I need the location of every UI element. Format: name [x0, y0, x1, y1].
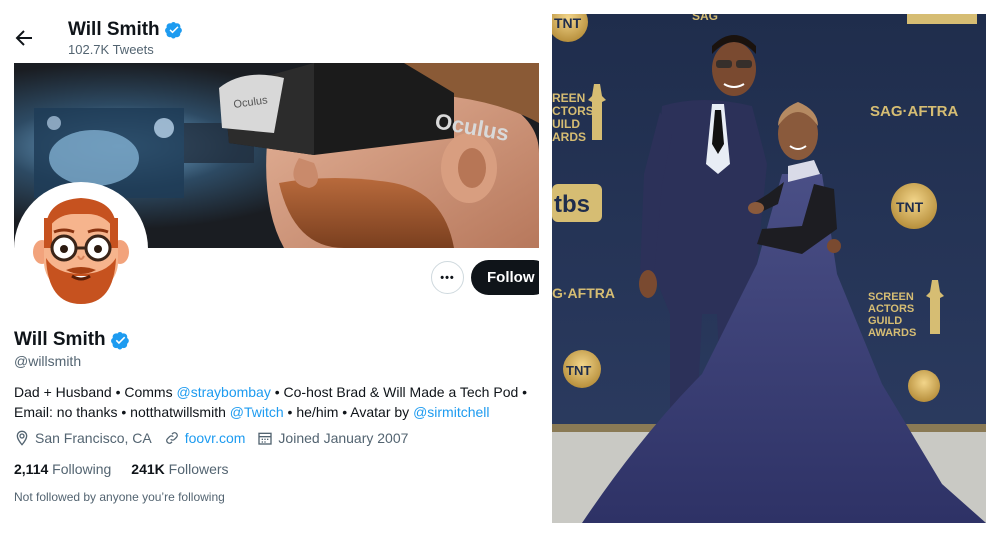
followers-stat[interactable]: 241K Followers	[131, 461, 228, 477]
website-link[interactable]: foovr.com	[185, 430, 246, 446]
backdrop-sag-awards-left-4: ARDS	[552, 130, 586, 144]
backdrop-tbs-logo: tbs	[554, 191, 590, 218]
bio-text: • he/him • Avatar by	[283, 404, 414, 420]
backdrop-sag-aftra-right: SAG·AFTRA	[870, 103, 958, 120]
header-name: Will Smith	[68, 18, 183, 42]
location-text: San Francisco, CA	[35, 430, 152, 446]
bio-line-1: Dad + Husband • Comms @straybombay • Co-…	[14, 382, 539, 402]
bio-text: Dad + Husband • Comms	[14, 384, 177, 400]
following-count: 2,114	[14, 461, 49, 477]
bio-text: • Co-host Brad & Will Made a Tech Pod •	[270, 384, 528, 400]
backdrop-tnt-logo-bottom: TNT	[566, 363, 591, 378]
tweet-count: 102.7K Tweets	[68, 42, 154, 57]
following-stat[interactable]: 2,114 Following	[14, 461, 111, 477]
followers-label: Followers	[168, 461, 229, 477]
profile-bio: Dad + Husband • Comms @straybombay • Co-…	[14, 382, 539, 422]
header-name-text: Will Smith	[68, 19, 160, 40]
backdrop-sag-awards-left-3: UILD	[552, 117, 580, 131]
profile-panel: Will Smith 102.7K Tweets Oculus Oculus •…	[0, 0, 552, 537]
back-arrow-icon[interactable]	[12, 26, 36, 50]
user-handle: @willsmith	[14, 353, 82, 369]
location-pin-icon	[16, 430, 28, 446]
display-name-text: Will Smith	[14, 329, 106, 350]
follow-stats: 2,114 Following 241K Followers	[14, 461, 249, 477]
backdrop-sag-text: SAG	[692, 14, 718, 23]
panel-edge	[539, 255, 552, 305]
profile-header-bar: Will Smith 102.7K Tweets	[0, 14, 548, 58]
bio-text: Email: no thanks • notthatwillsmith	[14, 404, 230, 420]
more-options-button[interactable]: •••	[431, 261, 464, 294]
red-carpet-photo: TNT SAG REEN CTORS UILD ARDS tbs G·AFTRA…	[552, 14, 986, 523]
more-dots-icon: •••	[440, 271, 455, 284]
mention-link-twitch[interactable]: @Twitch	[230, 404, 284, 420]
backdrop-tnt-logo-right: TNT	[896, 199, 924, 215]
backdrop-tnt-logo: TNT	[554, 15, 582, 31]
backdrop-sag-awards-left-1: REEN	[552, 91, 585, 105]
joined-text: Joined January 2007	[278, 430, 409, 446]
following-label: Following	[52, 461, 112, 477]
verified-badge-icon	[164, 21, 182, 39]
display-name: Will Smith	[14, 329, 130, 351]
bio-line-2: Email: no thanks • notthatwillsmith @Twi…	[14, 402, 539, 422]
backdrop-sag-awards-right-1: SCREEN	[868, 291, 914, 303]
location-item: San Francisco, CA	[14, 430, 152, 446]
followed-by-note: Not followed by anyone you’re following	[14, 490, 225, 504]
profile-avatar[interactable]	[14, 182, 148, 316]
mention-link-sirmitchell[interactable]: @sirmitchell	[413, 404, 489, 420]
profile-meta: San Francisco, CA foovr.com Joined Janua…	[14, 430, 420, 446]
mention-link-straybombay[interactable]: @straybombay	[176, 384, 270, 400]
website-item: foovr.com	[164, 430, 246, 446]
backdrop-sag-awards-right-4: AWARDS	[868, 327, 916, 339]
calendar-icon	[258, 432, 273, 445]
red-carpet-illustration: TNT SAG REEN CTORS UILD ARDS tbs G·AFTRA…	[552, 14, 986, 523]
cartoon-avatar-illustration	[18, 186, 144, 312]
backdrop-sag-awards-left-2: CTORS	[552, 104, 594, 118]
backdrop-sag-aftra-left: G·AFTRA	[552, 285, 615, 301]
link-icon	[165, 432, 178, 444]
backdrop-sag-awards-right-3: GUILD	[868, 315, 902, 327]
backdrop-sag-awards-right-2: ACTORS	[868, 303, 914, 315]
verified-badge-icon	[110, 331, 129, 349]
followers-count: 241K	[131, 461, 165, 477]
joined-item: Joined January 2007	[257, 430, 408, 446]
